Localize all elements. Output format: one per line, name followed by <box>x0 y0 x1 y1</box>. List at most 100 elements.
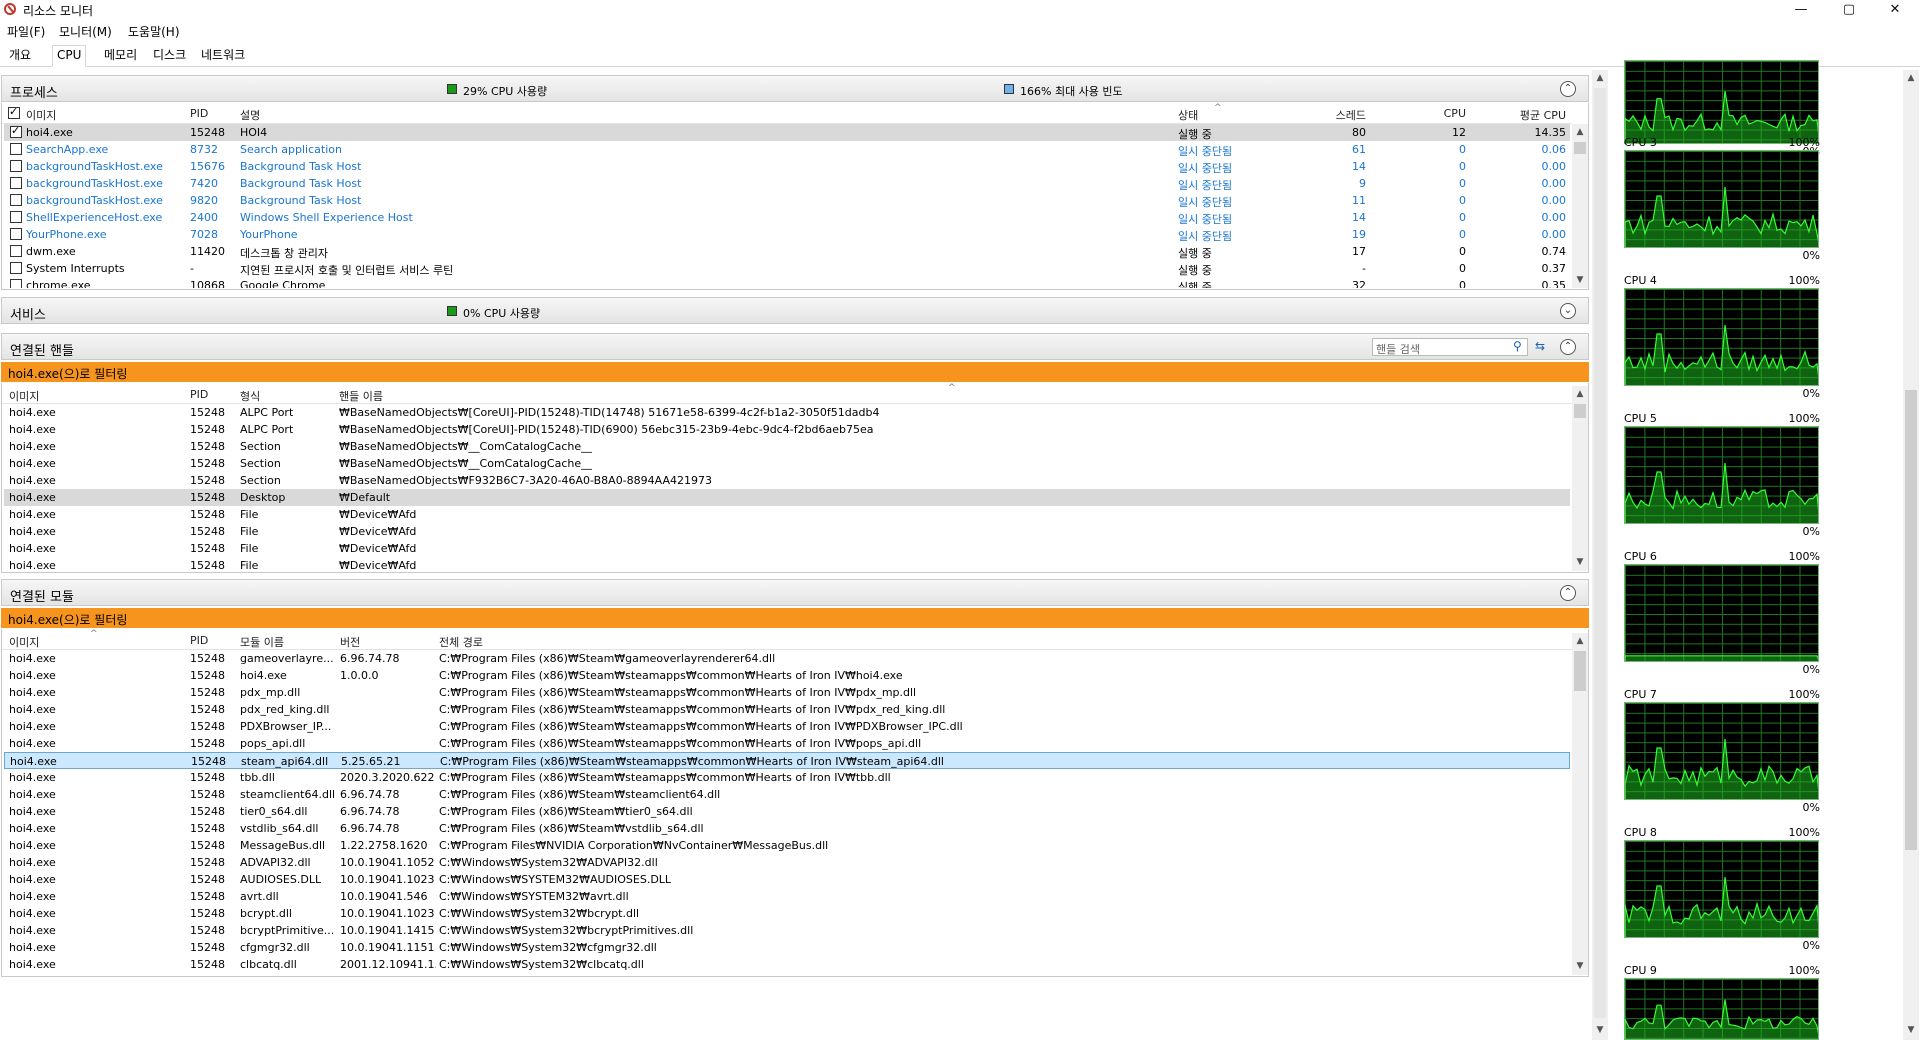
scroll-up-arrow-icon[interactable]: ▲ <box>1572 386 1588 402</box>
processes-scrollbar[interactable]: ▲ ▼ <box>1572 124 1588 288</box>
tab-cpu[interactable]: CPU <box>52 45 87 67</box>
scroll-up-arrow-icon[interactable]: ▲ <box>1903 70 1919 86</box>
scroll-down-arrow-icon[interactable]: ▼ <box>1572 958 1588 974</box>
table-row[interactable]: hoi4.exe 15248 pdx_red_king.dll C:₩Program … <box>4 701 1570 718</box>
table-row[interactable]: backgroundTaskHost.exe 15676 Background Ta… <box>4 158 1570 175</box>
col-module-name[interactable]: 모듈 이름 <box>240 634 284 650</box>
collapse-processes-button[interactable]: ⌃ <box>1560 81 1576 97</box>
scroll-down-arrow-icon[interactable]: ▼ <box>1572 554 1588 570</box>
table-row[interactable]: hoi4.exe 15248 steam_api64.dll 5.25.65.21 C:… <box>4 752 1570 769</box>
table-row[interactable]: hoi4.exe 15248 vstdlib_s64.dll 6.96.74.78 C:… <box>4 820 1570 837</box>
tab-overview[interactable]: 개요 <box>5 46 35 66</box>
table-row[interactable]: hoi4.exe 15248 ALPC Port ₩BaseNamedObjects₩… <box>4 404 1570 421</box>
table-row[interactable]: hoi4.exe 15248 Section ₩BaseNamedObjects₩__… <box>4 438 1570 455</box>
table-row[interactable]: hoi4.exe 15248 File ₩Device₩Afd <box>4 540 1570 557</box>
col-image[interactable]: 이미지 <box>9 634 39 650</box>
tab-network[interactable]: 네트워크 <box>197 46 249 66</box>
table-row[interactable]: YourPhone.exe 7028 YourPhone 일시 중단됨 19 0 0.00 <box>4 226 1570 243</box>
table-row[interactable]: hoi4.exe 15248 Desktop ₩Default <box>4 489 1570 506</box>
col-avg-cpu[interactable]: 평균 CPU <box>1482 107 1566 123</box>
search-icon[interactable]: ⚲ <box>1513 339 1522 353</box>
handles-header[interactable]: 연결된 핸들 핸들 검색 ⚲ ⇆ ⌃ <box>1 333 1589 360</box>
graph-scrollbar[interactable]: ▲ ▼ <box>1903 70 1919 1040</box>
table-row[interactable]: hoi4.exe 15248 tbb.dll 2020.3.2020.622 C:₩Pr… <box>4 769 1570 786</box>
table-row[interactable]: hoi4.exe 15248 gameoverlayre... 6.96.74.78 C… <box>4 650 1570 667</box>
scroll-down-arrow-icon[interactable]: ▼ <box>1592 1022 1608 1038</box>
col-description[interactable]: 설명 <box>240 107 260 123</box>
modules-header[interactable]: 연결된 모듈 ⌃ <box>1 579 1589 606</box>
table-row[interactable]: hoi4.exe 15248 hoi4.exe 1.0.0.0 C:₩Program F… <box>4 667 1570 684</box>
table-row[interactable]: hoi4.exe 15248 steamclient64.dll 6.96.74.78… <box>4 786 1570 803</box>
col-pid[interactable]: PID <box>190 634 208 647</box>
row-checkbox[interactable] <box>10 279 22 288</box>
table-row[interactable]: hoi4.exe 15248 HOI4 실행 중 80 12 14.35 <box>4 124 1570 141</box>
handles-scrollbar[interactable]: ▲ ▼ <box>1572 386 1588 571</box>
table-row[interactable]: hoi4.exe 15248 clbcatq.dll 2001.12.10941.1.… <box>4 956 1570 973</box>
scroll-up-arrow-icon[interactable]: ▲ <box>1592 70 1608 86</box>
table-row[interactable]: chrome.exe 10868 Google Chrome 실행 중 32 0 0.35 <box>4 277 1570 288</box>
table-row[interactable]: hoi4.exe 15248 pops_api.dll C:₩Program File… <box>4 735 1570 752</box>
table-row[interactable]: SearchApp.exe 8732 Search application 일시 중단… <box>4 141 1570 158</box>
table-row[interactable]: hoi4.exe 15248 cfgmgr32.dll 10.0.19041.1151… <box>4 939 1570 956</box>
table-row[interactable]: hoi4.exe 15248 PDXBrowser_IP... C:₩Program … <box>4 718 1570 735</box>
table-row[interactable]: ShellExperienceHost.exe 2400 Windows Shell… <box>4 209 1570 226</box>
menu-monitor[interactable]: 모니터(M) <box>59 23 112 40</box>
row-checkbox[interactable] <box>10 124 22 138</box>
table-row[interactable]: hoi4.exe 15248 bcryptPrimitive... 10.0.1904… <box>4 922 1570 939</box>
minimize-button[interactable]: — <box>1778 0 1824 20</box>
main-scrollbar[interactable]: ▲ ▼ <box>1592 70 1608 1040</box>
scroll-thumb[interactable] <box>1594 88 1606 1018</box>
table-row[interactable]: hoi4.exe 15248 Section ₩BaseNamedObjects₩F9… <box>4 472 1570 489</box>
modules-scrollbar[interactable]: ▲ ▼ <box>1572 633 1588 975</box>
col-cpu[interactable]: CPU <box>1402 107 1466 120</box>
table-row[interactable]: hoi4.exe 15248 ADVAPI32.dll 10.0.19041.1052… <box>4 854 1570 871</box>
scroll-up-arrow-icon[interactable]: ▲ <box>1572 633 1588 649</box>
table-row[interactable]: hoi4.exe 15248 pdx_mp.dll C:₩Program Files … <box>4 684 1570 701</box>
close-button[interactable]: ✕ <box>1872 0 1918 20</box>
table-row[interactable]: hoi4.exe 15248 AUDIOSES.DLL 10.0.19041.1023… <box>4 871 1570 888</box>
collapse-modules-button[interactable]: ⌃ <box>1560 585 1576 601</box>
menu-file[interactable]: 파일(F) <box>7 23 45 40</box>
scroll-thumb[interactable] <box>1905 390 1917 850</box>
table-row[interactable]: backgroundTaskHost.exe 9820 Background Tas… <box>4 192 1570 209</box>
table-row[interactable]: hoi4.exe 15248 avrt.dll 10.0.19041.546 C:₩Wi… <box>4 888 1570 905</box>
menu-help[interactable]: 도움말(H) <box>128 23 180 40</box>
scroll-up-arrow-icon[interactable]: ▲ <box>1572 124 1588 140</box>
row-checkbox[interactable] <box>10 262 22 274</box>
table-row[interactable]: backgroundTaskHost.exe 7420 Background Tas… <box>4 175 1570 192</box>
maximize-button[interactable]: ▢ <box>1826 0 1872 20</box>
table-row[interactable]: hoi4.exe 15248 tier0_s64.dll 6.96.74.78 C:₩P… <box>4 803 1570 820</box>
table-row[interactable]: hoi4.exe 15248 File ₩Device₩Afd <box>4 523 1570 540</box>
tab-memory[interactable]: 메모리 <box>100 46 141 66</box>
col-threads[interactable]: 스레드 <box>1292 107 1366 123</box>
select-all-checkbox[interactable] <box>8 105 20 119</box>
table-row[interactable]: hoi4.exe 15248 MessageBus.dll 1.22.2758.162… <box>4 837 1570 854</box>
table-row[interactable]: System Interrupts - 지연된 프로시저 호출 및 인터럽트 서비스… <box>4 260 1570 277</box>
tab-disk[interactable]: 디스크 <box>149 46 190 66</box>
table-row[interactable]: hoi4.exe 15248 File ₩Device₩Afd <box>4 506 1570 523</box>
scroll-down-arrow-icon[interactable]: ▼ <box>1903 1022 1919 1038</box>
scroll-thumb[interactable] <box>1574 142 1586 154</box>
handle-search-input[interactable]: 핸들 검색 ⚲ <box>1372 338 1528 356</box>
expand-services-button[interactable]: ⌄ <box>1560 303 1576 319</box>
services-header[interactable]: 서비스 0% CPU 사용량 ⌄ <box>1 297 1589 324</box>
row-checkbox[interactable] <box>10 245 22 257</box>
col-status[interactable]: 상태 <box>1178 107 1198 123</box>
col-pid[interactable]: PID <box>190 107 208 120</box>
row-checkbox[interactable] <box>10 160 22 172</box>
table-row[interactable]: hoi4.exe 15248 Section ₩BaseNamedObjects₩__… <box>4 455 1570 472</box>
table-row[interactable]: hoi4.exe 15248 ALPC Port ₩BaseNamedObjects₩… <box>4 421 1570 438</box>
collapse-handles-button[interactable]: ⌃ <box>1560 339 1576 355</box>
row-checkbox[interactable] <box>10 177 22 189</box>
col-image[interactable]: 이미지 <box>26 107 56 123</box>
row-checkbox[interactable] <box>10 143 22 155</box>
scroll-thumb[interactable] <box>1574 651 1586 691</box>
row-checkbox[interactable] <box>10 211 22 223</box>
table-row[interactable]: dwm.exe 11420 데스크톱 창 관리자 실행 중 17 0 0.74 <box>4 243 1570 260</box>
col-pid[interactable]: PID <box>190 388 208 401</box>
col-full-path[interactable]: 전체 경로 <box>439 634 483 650</box>
scroll-down-arrow-icon[interactable]: ▼ <box>1572 272 1588 288</box>
col-type[interactable]: 형식 <box>240 388 260 404</box>
row-checkbox[interactable] <box>10 194 22 206</box>
scroll-thumb[interactable] <box>1574 404 1586 418</box>
